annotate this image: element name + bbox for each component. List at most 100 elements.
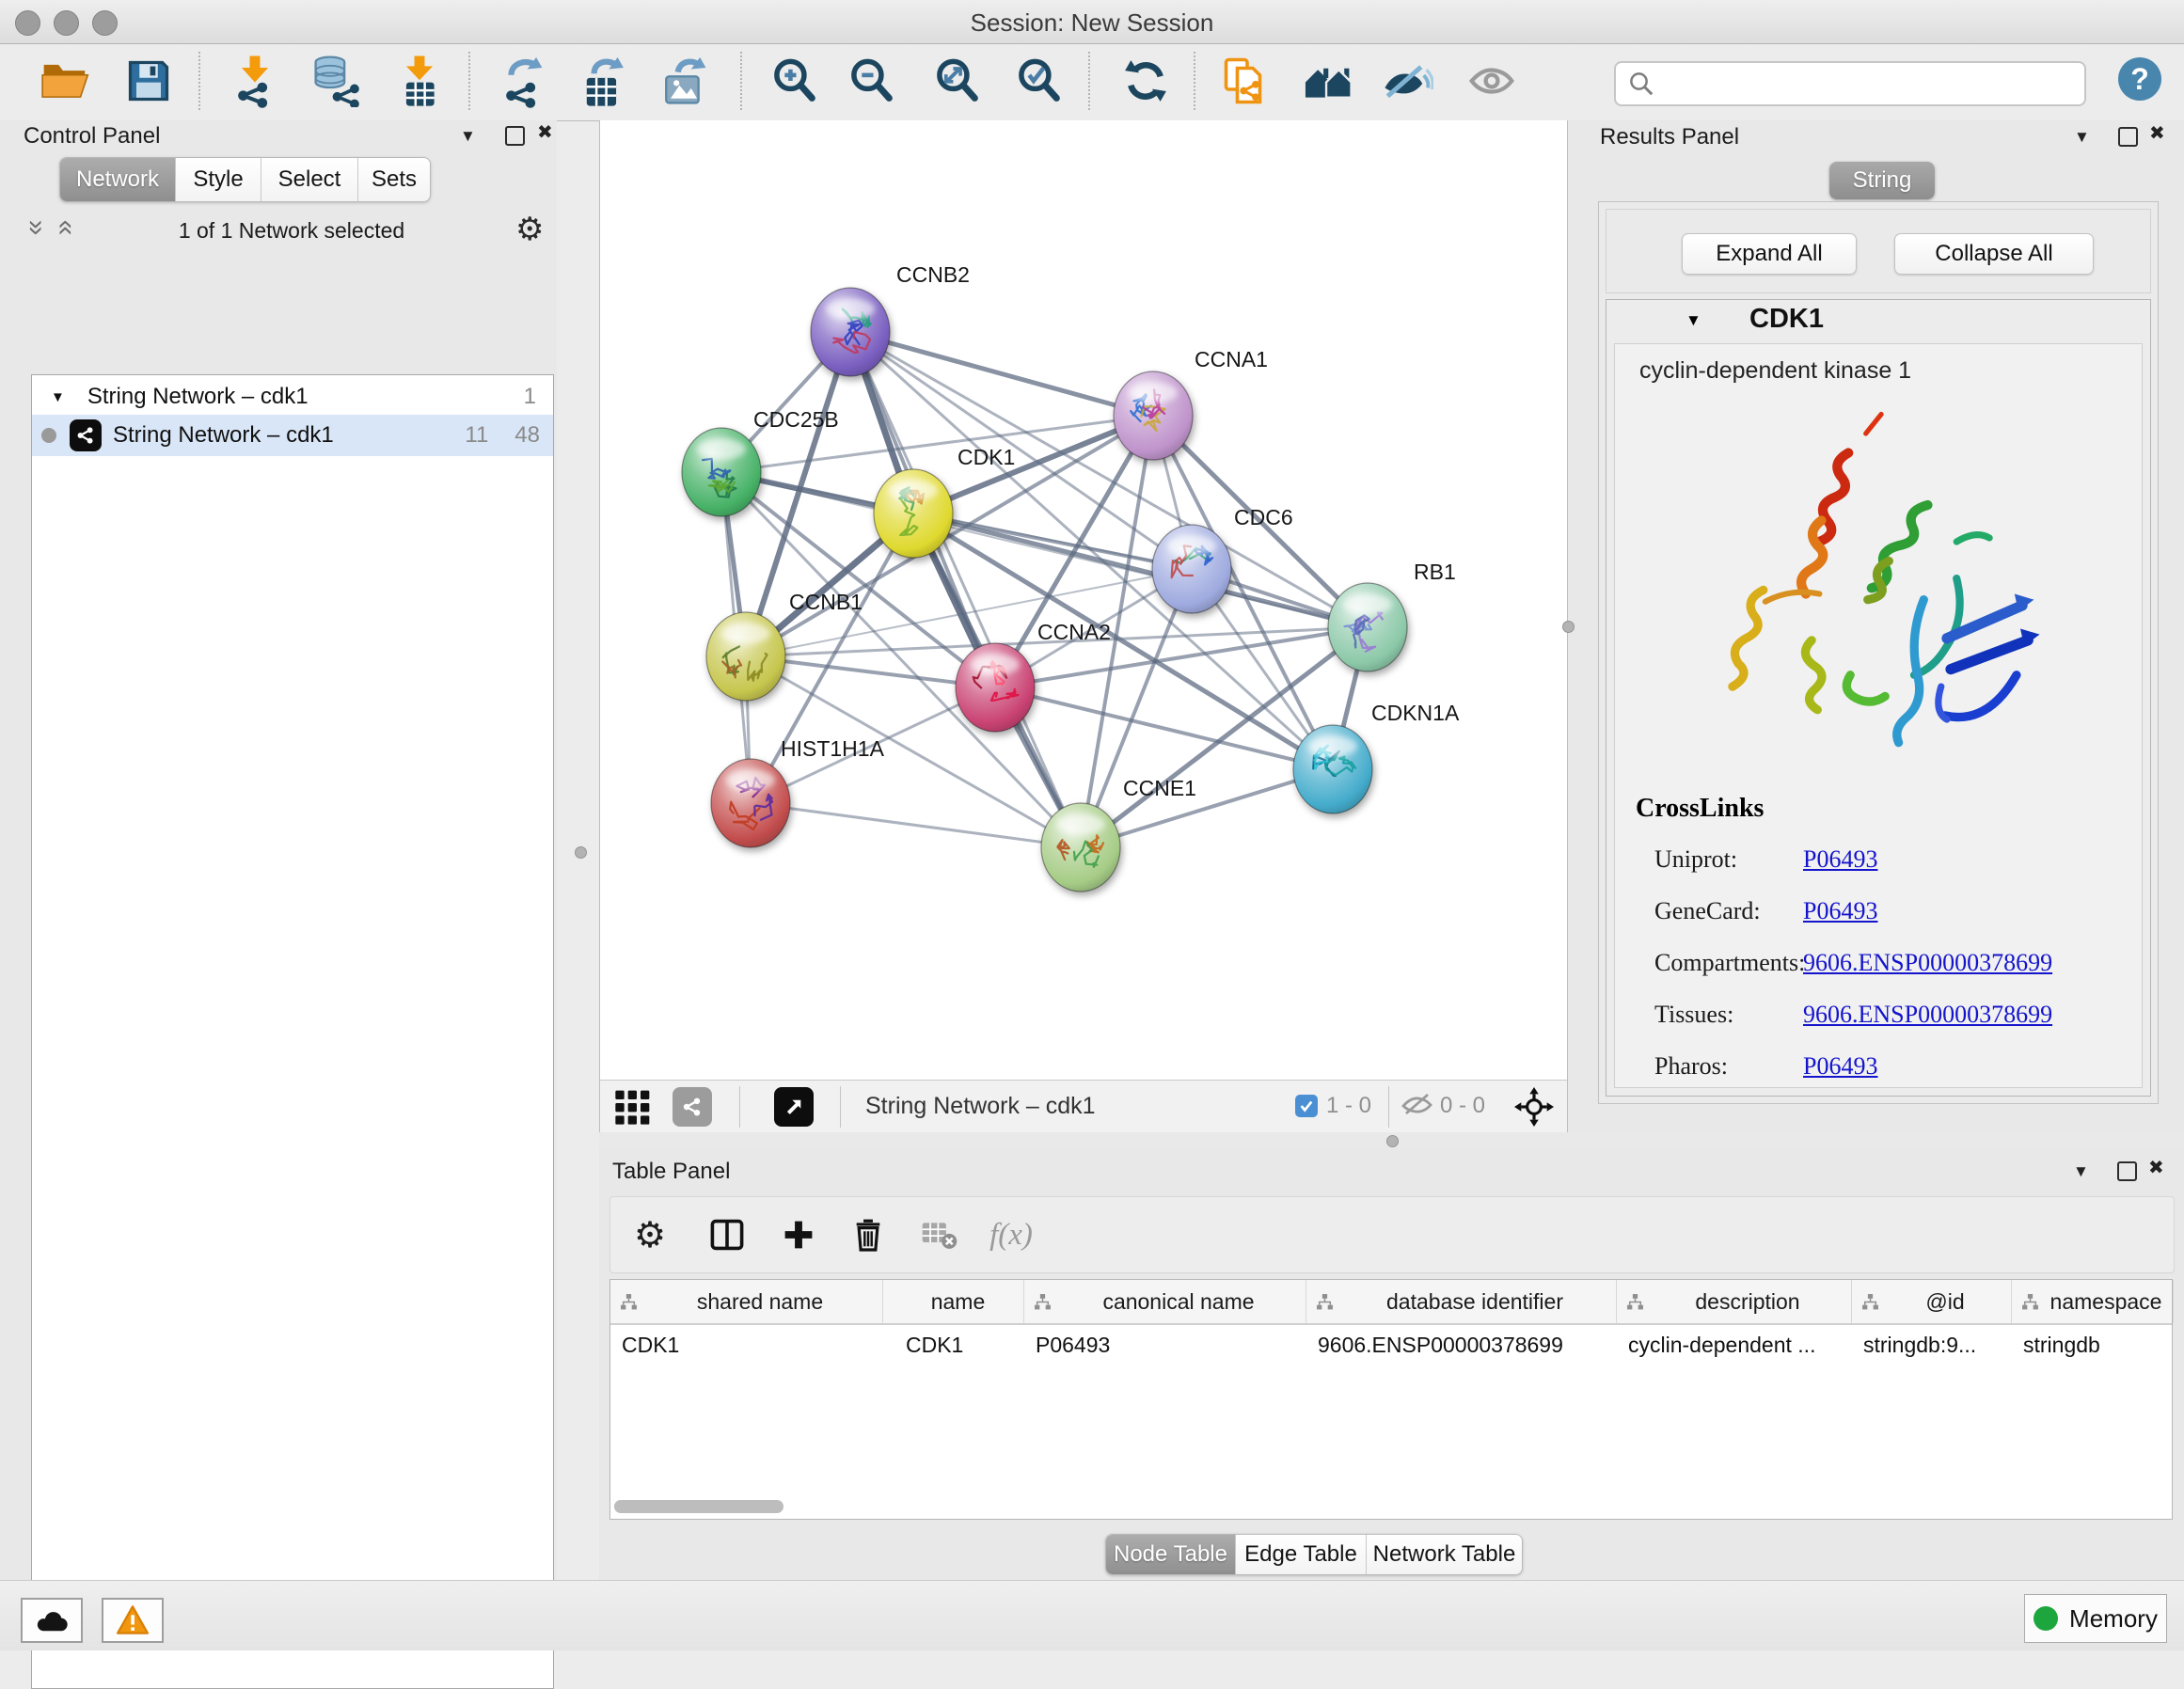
tab-network-table[interactable]: Network Table bbox=[1367, 1535, 1522, 1574]
panel-float-icon[interactable] bbox=[505, 126, 525, 146]
warnings-button[interactable] bbox=[102, 1598, 164, 1643]
toolbar-separator bbox=[739, 1086, 740, 1128]
crosslink-value-link[interactable]: P06493 bbox=[1803, 897, 1877, 925]
export-image-button[interactable] bbox=[655, 50, 713, 112]
column-header-database-identifier[interactable]: database identifier bbox=[1306, 1280, 1617, 1323]
panel-float-icon[interactable] bbox=[2117, 1161, 2137, 1181]
crosslink-value-link[interactable]: P06493 bbox=[1803, 1052, 1877, 1081]
table-cell[interactable]: 9606.ENSP00000378699 bbox=[1306, 1333, 1617, 1358]
column-header-canonical-name[interactable]: canonical name bbox=[1024, 1280, 1306, 1323]
delete-column-button[interactable] bbox=[842, 1210, 894, 1259]
zoom-out-button[interactable] bbox=[843, 50, 901, 112]
zoom-selected-button[interactable] bbox=[1010, 50, 1068, 112]
column-header--id[interactable]: @id bbox=[1852, 1280, 2012, 1323]
fit-content-button[interactable] bbox=[1514, 1087, 1554, 1131]
crosslink-value-link[interactable]: P06493 bbox=[1803, 845, 1877, 874]
tab-edge-table[interactable]: Edge Table bbox=[1236, 1535, 1367, 1574]
crosslink-value-link[interactable]: 9606.ENSP00000378699 bbox=[1803, 949, 2052, 977]
create-column-button[interactable] bbox=[772, 1210, 825, 1259]
export-network-button[interactable] bbox=[494, 50, 552, 112]
gear-icon[interactable]: ⚙ bbox=[515, 211, 544, 248]
show-all-panels-button[interactable] bbox=[1300, 50, 1358, 112]
table-settings-button[interactable]: ⚙ bbox=[624, 1210, 676, 1259]
crosslink-value-link[interactable]: 9606.ENSP00000378699 bbox=[1803, 1001, 2052, 1029]
gene-expander-icon[interactable]: ▼ bbox=[1685, 311, 1701, 330]
string-overview-button[interactable] bbox=[673, 1087, 712, 1127]
network-row-selected[interactable]: String Network – cdk1 11 48 bbox=[32, 415, 553, 456]
show-columns-button[interactable] bbox=[701, 1210, 753, 1259]
table-cell[interactable]: P06493 bbox=[1024, 1333, 1306, 1358]
network-edge[interactable] bbox=[751, 803, 1081, 847]
network-graph[interactable]: CCNB2CCNA1CDC25BCDK1CDC6RB1CCNB1CCNA2CDK… bbox=[600, 120, 1568, 1080]
network-node-rb1[interactable]: RB1 bbox=[1328, 560, 1456, 671]
export-table-button[interactable] bbox=[574, 50, 632, 112]
show-hidden-button[interactable] bbox=[1463, 50, 1521, 112]
panel-close-icon[interactable]: ✖ bbox=[537, 123, 553, 142]
column-header-name[interactable]: name bbox=[883, 1280, 1024, 1323]
collapse-all-icon[interactable]: « bbox=[24, 220, 43, 236]
panel-divider-handle[interactable] bbox=[575, 846, 587, 859]
memory-button[interactable]: Memory bbox=[2024, 1594, 2167, 1643]
scrollbar-thumb[interactable] bbox=[614, 1500, 783, 1513]
open-external-button[interactable] bbox=[774, 1087, 814, 1127]
network-edge[interactable] bbox=[850, 332, 1081, 847]
table-cell[interactable]: CDK1 bbox=[883, 1333, 1024, 1358]
panel-menu-icon[interactable]: ▼ bbox=[460, 127, 476, 146]
zoom-fit-button[interactable] bbox=[928, 50, 987, 112]
table-cell[interactable]: CDK1 bbox=[610, 1333, 883, 1358]
birds-eye-view-button[interactable] bbox=[612, 1088, 654, 1130]
search-input[interactable] bbox=[1661, 66, 2084, 102]
panel-close-icon[interactable]: ✖ bbox=[2148, 1159, 2164, 1177]
tab-select[interactable]: Select bbox=[261, 158, 358, 201]
horizontal-scrollbar[interactable] bbox=[614, 1500, 2166, 1515]
import-network-button[interactable] bbox=[226, 50, 284, 112]
vertical-divider-handle[interactable] bbox=[1562, 621, 1575, 633]
hide-selected-button[interactable] bbox=[1378, 50, 1436, 112]
import-network-from-database-button[interactable] bbox=[307, 50, 365, 112]
tab-sets[interactable]: Sets bbox=[358, 158, 430, 201]
horizontal-divider-handle[interactable] bbox=[1386, 1135, 1399, 1147]
copy-networks-button[interactable] bbox=[1215, 50, 1274, 112]
network-canvas[interactable]: CCNB2CCNA1CDC25BCDK1CDC6RB1CCNB1CCNA2CDK… bbox=[599, 120, 1568, 1080]
network-node-cdc25b[interactable]: CDC25B bbox=[682, 407, 839, 516]
tab-node-table[interactable]: Node Table bbox=[1106, 1535, 1236, 1574]
panel-menu-icon[interactable]: ▼ bbox=[2073, 1162, 2089, 1181]
search-field[interactable] bbox=[1614, 61, 2086, 106]
network-node-ccne1[interactable]: CCNE1 bbox=[1041, 776, 1196, 892]
tab-network[interactable]: Network bbox=[60, 158, 176, 201]
table-cell[interactable]: cyclin-dependent ... bbox=[1617, 1333, 1852, 1358]
panel-float-icon[interactable] bbox=[2118, 127, 2138, 147]
save-session-button[interactable] bbox=[119, 50, 178, 112]
network-node-ccna1[interactable]: CCNA1 bbox=[1114, 347, 1268, 460]
column-header-namespace[interactable]: namespace bbox=[2012, 1280, 2174, 1323]
import-table-button[interactable] bbox=[390, 50, 449, 112]
expand-all-icon[interactable]: « bbox=[56, 220, 75, 236]
table-cell[interactable]: stringdb bbox=[2012, 1333, 2174, 1358]
network-node-hist1h1a[interactable]: HIST1H1A bbox=[711, 736, 885, 847]
expand-all-button[interactable]: Expand All bbox=[1682, 233, 1857, 275]
network-collection-row[interactable]: ▼ String Network – cdk1 1 bbox=[32, 379, 553, 415]
table-row[interactable]: CDK1CDK1P064939606.ENSP00000378699cyclin… bbox=[610, 1325, 2172, 1365]
network-node-cdkn1a[interactable]: CDKN1A bbox=[1293, 701, 1460, 813]
panel-menu-icon[interactable]: ▼ bbox=[2074, 128, 2090, 147]
tree-expander-icon[interactable]: ▼ bbox=[51, 389, 65, 405]
network-node-ccna2[interactable]: CCNA2 bbox=[956, 620, 1111, 732]
cloud-button[interactable] bbox=[21, 1598, 83, 1643]
open-session-button[interactable] bbox=[37, 50, 95, 112]
table-cell[interactable]: stringdb:9... bbox=[1852, 1333, 2012, 1358]
hidden-eye-icon[interactable] bbox=[1400, 1090, 1435, 1123]
apply-layout-button[interactable] bbox=[1116, 50, 1175, 112]
tab-style[interactable]: Style bbox=[176, 158, 261, 201]
tab-string[interactable]: String bbox=[1829, 162, 1935, 199]
selected-checkbox-icon[interactable] bbox=[1295, 1095, 1318, 1117]
zoom-in-button[interactable] bbox=[766, 50, 824, 112]
column-header-shared-name[interactable]: shared name bbox=[610, 1280, 883, 1323]
collapse-all-button[interactable]: Collapse All bbox=[1894, 233, 2094, 275]
network-selection-status: 1 of 1 Network selected bbox=[94, 218, 489, 244]
delete-table-button[interactable] bbox=[913, 1210, 966, 1259]
help-button[interactable]: ? bbox=[2118, 57, 2161, 101]
panel-close-icon[interactable]: ✖ bbox=[2149, 124, 2165, 143]
column-header-description[interactable]: description bbox=[1617, 1280, 1852, 1323]
function-builder-button[interactable]: f(x) bbox=[985, 1210, 1037, 1259]
toolbar-separator bbox=[740, 52, 742, 110]
